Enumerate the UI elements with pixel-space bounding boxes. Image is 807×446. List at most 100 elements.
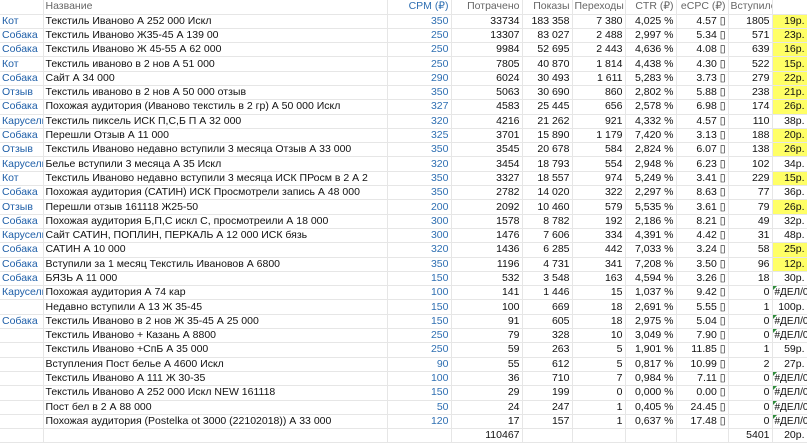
cell-joined[interactable]: 522 (728, 56, 773, 72)
cell-cpm[interactable]: 350 (387, 185, 452, 201)
cell-name[interactable]: Похожая аудитория А 74 кар (43, 285, 388, 301)
cell-spent[interactable]: 3327 (451, 171, 523, 187)
cell-clicks[interactable]: 18 (572, 299, 626, 315)
totals-empty-cpm[interactable] (387, 428, 452, 444)
cell-ecpc[interactable]: 4.57 ▯ (676, 114, 729, 129)
totals-spent[interactable]: 110467 (451, 428, 523, 444)
cell-tag[interactable] (0, 371, 44, 387)
cell-ctr[interactable]: 4,332 % (625, 114, 677, 129)
cell-name[interactable]: Вступили за 1 месяц Текстиль Ивановов А … (43, 257, 388, 272)
cell-clicks[interactable]: 10 (572, 328, 626, 344)
cell-name[interactable]: Текстиль Иваново Ж35-45 А 139 00 (43, 28, 388, 44)
cell-ctr[interactable]: 2,186 % (625, 214, 677, 229)
cell-tag[interactable]: Собака (0, 71, 44, 86)
cell-ctr[interactable]: 5,249 % (625, 171, 677, 187)
cell-clicks[interactable]: 974 (572, 171, 626, 187)
cell-ecpc[interactable]: 17.48 ▯ (676, 414, 729, 430)
cell-cpm[interactable]: 320 (387, 114, 452, 129)
cell-ctr[interactable]: 2,824 % (625, 142, 677, 158)
cell-impressions[interactable]: 18 557 (522, 171, 573, 187)
cell-ecpc[interactable]: 5.34 ▯ (676, 28, 729, 44)
cell-cpm[interactable]: 320 (387, 242, 452, 258)
cell-cpa[interactable]: 12р. (772, 257, 807, 272)
cell-impressions[interactable]: 30 493 (522, 71, 573, 86)
cell-clicks[interactable]: 5 (572, 342, 626, 358)
cell-name[interactable]: Текстиль Иваново +СпБ А 35 000 (43, 342, 388, 358)
header-spent[interactable]: Потрачено (451, 0, 523, 15)
cell-spent[interactable]: 3701 (451, 128, 523, 144)
cell-impressions[interactable]: 247 (522, 400, 573, 415)
cell-cpa[interactable]: 38р. (772, 114, 807, 129)
cell-clicks[interactable]: 579 (572, 199, 626, 215)
cell-joined[interactable]: 0 (728, 371, 773, 387)
cell-ctr[interactable]: 7,420 % (625, 128, 677, 144)
cell-tag[interactable] (0, 357, 44, 372)
cell-name[interactable]: Белье вступили 3 месяца А 35 Искл (43, 156, 388, 172)
header-impressions[interactable]: Показы (522, 0, 573, 15)
totals-joined[interactable]: 5401 (728, 428, 773, 444)
cell-name[interactable]: Текстиль Иваново А 111 Ж 30-35 (43, 371, 388, 387)
cell-ctr[interactable]: 4,594 % (625, 271, 677, 287)
cell-cpa[interactable]: 26р. (772, 99, 807, 115)
cell-spent[interactable]: 5063 (451, 85, 523, 101)
cell-name[interactable]: Недавно вступили А 13 Ж 35-45 (43, 299, 388, 315)
cell-cpm[interactable]: 90 (387, 357, 452, 372)
cell-cpm[interactable]: 320 (387, 156, 452, 172)
header-cpm[interactable]: CPM (₽) (387, 0, 452, 15)
cell-impressions[interactable]: 83 027 (522, 28, 573, 44)
cell-ecpc[interactable]: 5.55 ▯ (676, 299, 729, 315)
cell-cpm[interactable]: 100 (387, 371, 452, 387)
cell-cpa[interactable]: 30р. (772, 271, 807, 287)
cell-impressions[interactable]: 605 (522, 314, 573, 330)
cell-ctr[interactable]: 1,901 % (625, 342, 677, 358)
cell-spent[interactable]: 33734 (451, 14, 523, 29)
cell-joined[interactable]: 279 (728, 71, 773, 86)
cell-cpa[interactable]: 19р. (772, 14, 807, 29)
header-ctr[interactable]: CTR (₽) (625, 0, 677, 15)
cell-clicks[interactable]: 18 (572, 314, 626, 330)
cell-spent[interactable]: 13307 (451, 28, 523, 44)
cell-impressions[interactable]: 328 (522, 328, 573, 344)
cell-tag[interactable]: Собака (0, 314, 44, 330)
cell-joined[interactable]: 138 (728, 142, 773, 158)
cell-cpa[interactable]: 48р. (772, 228, 807, 244)
cell-tag[interactable]: Собака (0, 42, 44, 58)
cell-joined[interactable]: 0 (728, 285, 773, 301)
cell-clicks[interactable]: 7 380 (572, 14, 626, 29)
cell-cpm[interactable]: 350 (387, 257, 452, 272)
cell-ctr[interactable]: 4,025 % (625, 14, 677, 29)
cell-impressions[interactable]: 183 358 (522, 14, 573, 29)
cell-cpa[interactable]: 36р. (772, 185, 807, 201)
cell-cpm[interactable]: 150 (387, 385, 452, 401)
cell-spent[interactable]: 141 (451, 285, 523, 301)
cell-ctr[interactable]: 0,405 % (625, 400, 677, 415)
cell-clicks[interactable]: 860 (572, 85, 626, 101)
cell-name[interactable]: Текстиль Иваново недавно вступили 3 меся… (43, 171, 388, 187)
cell-ctr[interactable]: 7,208 % (625, 257, 677, 272)
cell-joined[interactable]: 0 (728, 314, 773, 330)
cell-cpa[interactable]: 25р. (772, 242, 807, 258)
cell-clicks[interactable]: 7 (572, 371, 626, 387)
header-cpa[interactable] (772, 0, 807, 15)
totals-empty-clicks[interactable] (572, 428, 626, 444)
cell-tag[interactable]: Отзыв (0, 85, 44, 101)
cell-ecpc[interactable]: 6.23 ▯ (676, 156, 729, 172)
totals-empty-ctr[interactable] (625, 428, 677, 444)
header-ecpc[interactable]: eCPC (₽) (676, 0, 729, 15)
cell-cpm[interactable]: 250 (387, 42, 452, 58)
cell-cpa[interactable]: #ДЕЛ/0! (772, 385, 807, 401)
cell-joined[interactable]: 110 (728, 114, 773, 129)
cell-name[interactable]: Пост бел в 2 А 88 000 (43, 400, 388, 415)
header-joined[interactable]: Вступило (728, 0, 773, 15)
cell-cpm[interactable]: 150 (387, 314, 452, 330)
cell-clicks[interactable]: 442 (572, 242, 626, 258)
cell-ecpc[interactable]: 9.42 ▯ (676, 285, 729, 301)
cell-cpm[interactable]: 350 (387, 142, 452, 158)
cell-ctr[interactable]: 4,636 % (625, 42, 677, 58)
cell-name[interactable]: Похожая аудитория (Иваново текстиль в 2 … (43, 99, 388, 115)
cell-tag[interactable]: Кот (0, 171, 44, 187)
cell-tag[interactable]: Карусель (0, 156, 44, 172)
cell-impressions[interactable]: 157 (522, 414, 573, 430)
cell-ecpc[interactable]: 7.90 ▯ (676, 328, 729, 344)
cell-cpm[interactable]: 300 (387, 228, 452, 244)
